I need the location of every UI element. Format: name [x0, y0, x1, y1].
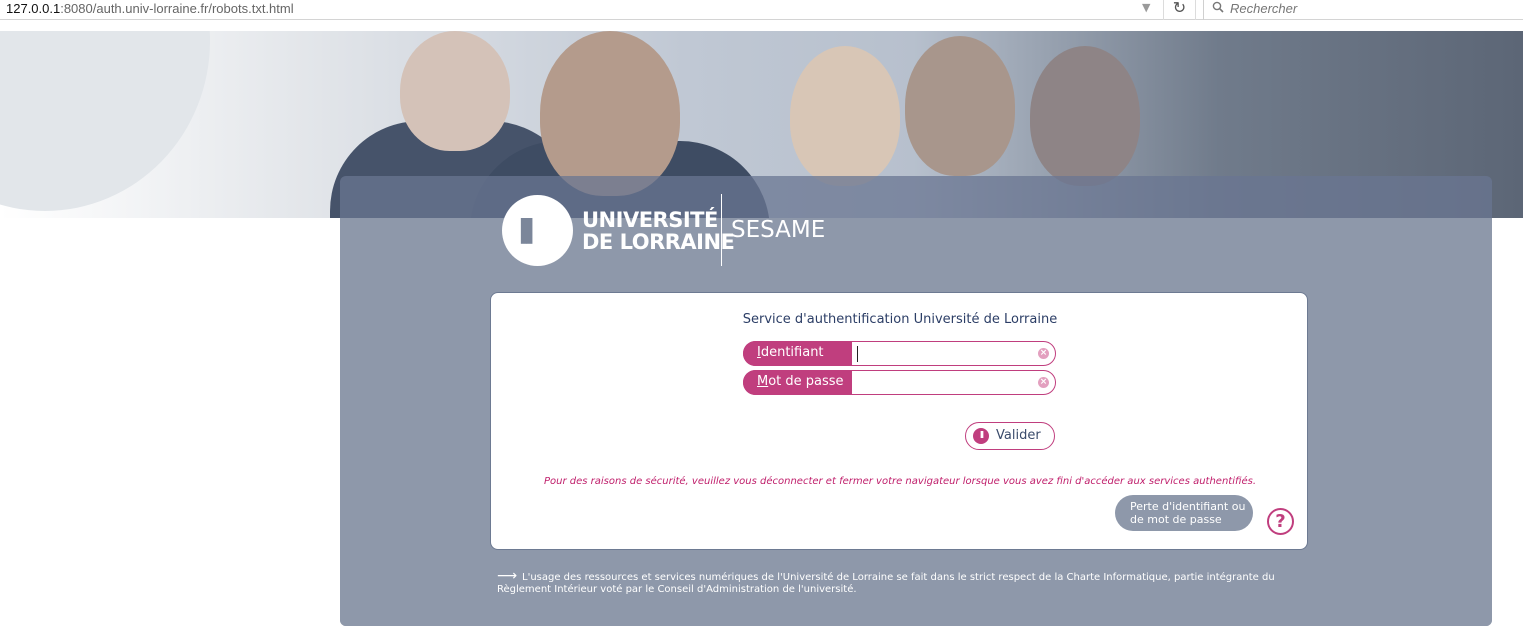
lost-credentials-text: Perte d'identifiant ou de mot de passe	[1130, 500, 1245, 526]
url-path: :8080/auth.univ-lorraine.fr/robots.txt.h…	[60, 1, 294, 16]
photo-person-face	[1030, 46, 1140, 186]
search-bar[interactable]: Rechercher	[1203, 0, 1523, 20]
text-caret	[857, 346, 858, 362]
username-input[interactable]	[856, 344, 1036, 363]
submit-button[interactable]: ll Valider	[965, 422, 1055, 450]
photo-person-face	[400, 31, 510, 151]
search-icon	[1212, 1, 1224, 13]
username-label: Identifiant	[743, 341, 852, 366]
photo-person-face	[540, 31, 680, 196]
browser-toolbar: 127.0.0.1:8080/auth.univ-lorraine.fr/rob…	[0, 0, 1523, 20]
clear-password-icon[interactable]: ×	[1038, 377, 1049, 388]
photo-person-face	[790, 46, 900, 186]
reload-icon[interactable]: ↻	[1163, 0, 1195, 20]
charter-notice: L'usage des ressources et services numér…	[497, 572, 1275, 595]
clear-username-icon[interactable]: ×	[1038, 348, 1049, 359]
search-input[interactable]: Rechercher	[1230, 1, 1297, 16]
lost-credentials-line1: Perte d'identifiant ou	[1130, 500, 1246, 513]
username-field[interactable]: Identifiant ×	[743, 341, 1056, 366]
address-bar[interactable]: 127.0.0.1:8080/auth.univ-lorraine.fr/rob…	[0, 0, 1196, 20]
photo-person-face	[905, 36, 1015, 176]
logo-divider	[721, 194, 722, 266]
login-form: Service d'authentification Université de…	[490, 292, 1308, 550]
university-name-line2: DE LORRAINE	[582, 230, 735, 254]
password-label-text: ot de passe	[768, 374, 844, 389]
url-text[interactable]: 127.0.0.1:8080/auth.univ-lorraine.fr/rob…	[6, 1, 294, 16]
username-label-text: dentifiant	[760, 345, 824, 360]
app-name: SESAME	[731, 217, 826, 243]
background-logo-shape	[0, 31, 210, 211]
password-label: Mot de passe	[743, 370, 852, 395]
submit-label: Valider	[996, 428, 1041, 443]
logo-mark: ll	[518, 213, 535, 253]
help-question-icon[interactable]: ?	[1267, 508, 1294, 535]
background-logo-inner	[0, 31, 10, 41]
page: ll UNIVERSITÉ DE LORRAINE SESAME Service…	[0, 31, 1523, 643]
password-label-accesskey: M	[757, 374, 769, 389]
url-history-dropdown-icon[interactable]: ▼	[1142, 1, 1150, 14]
security-warning: Pour des raisons de sécurité, veuillez v…	[543, 476, 1256, 487]
lost-credentials-line2: de mot de passe	[1130, 513, 1222, 526]
password-field[interactable]: Mot de passe ×	[743, 370, 1056, 395]
university-name-line1: UNIVERSITÉ	[582, 208, 718, 232]
lost-credentials-link[interactable]: Perte d'identifiant ou de mot de passe	[1115, 495, 1253, 531]
url-host: 127.0.0.1	[6, 1, 61, 16]
form-title: Service d'authentification Université de…	[742, 312, 1058, 327]
university-logo-small-icon: ll	[973, 428, 989, 444]
university-logo-icon: ll	[502, 195, 573, 266]
password-input[interactable]	[856, 373, 1036, 392]
